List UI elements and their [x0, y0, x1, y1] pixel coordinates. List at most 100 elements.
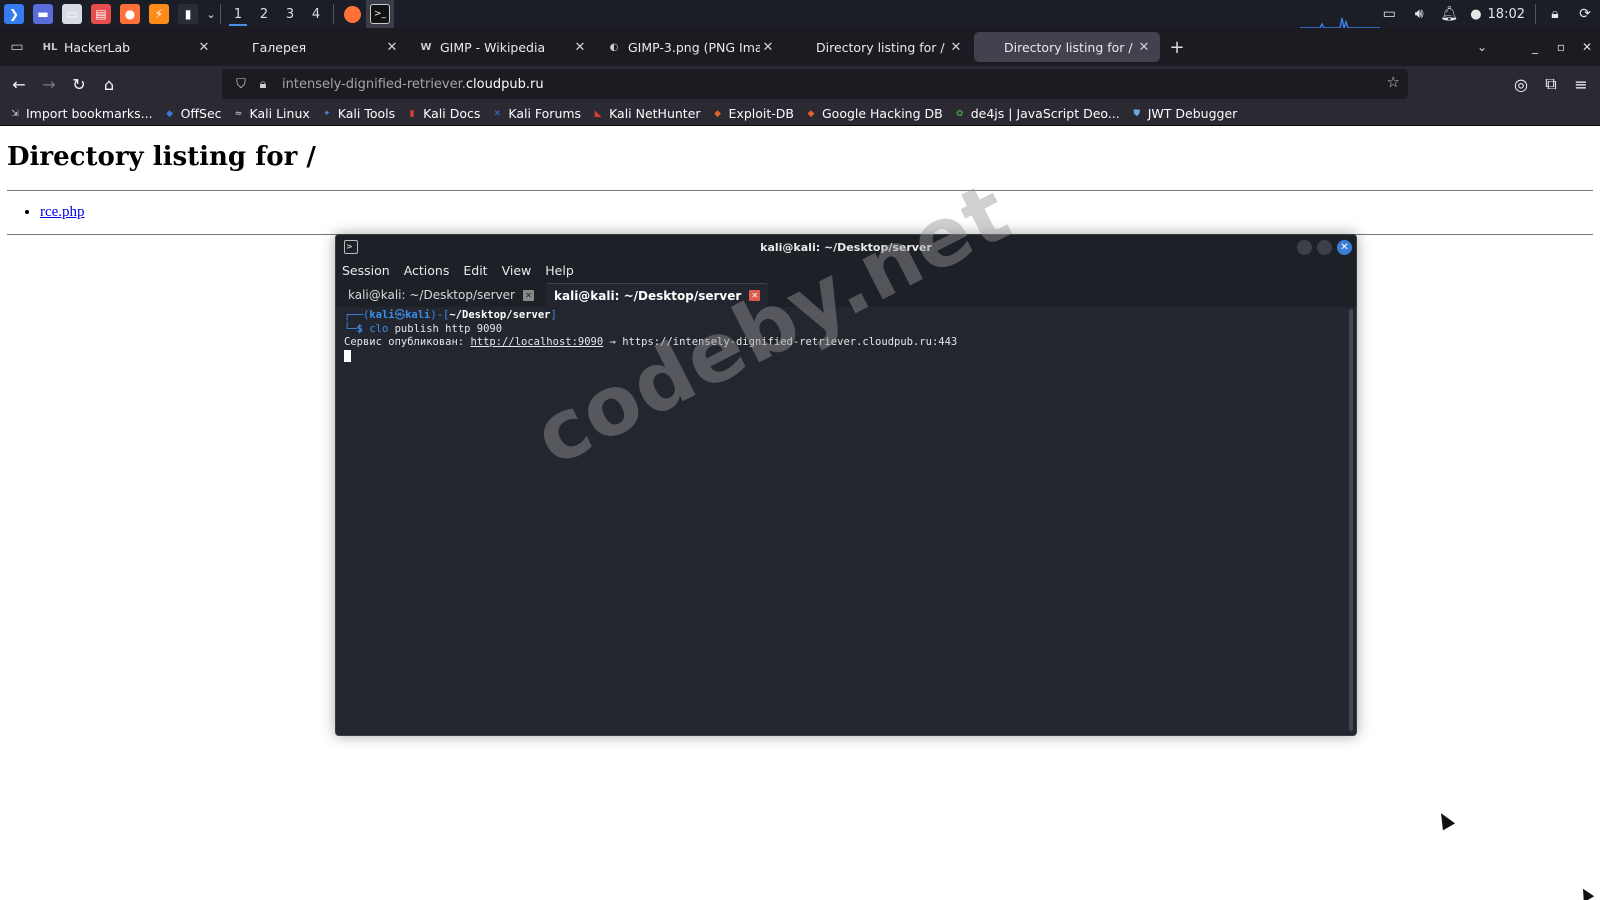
browser-tab[interactable]: W GIMP - Wikipedia ✕ — [410, 32, 596, 62]
terminal-icon: > — [344, 240, 358, 254]
home-button[interactable]: ⌂ — [94, 69, 124, 99]
terminal-close-button[interactable]: ✕ — [1337, 240, 1352, 255]
browser-tab[interactable]: Directory listing for / ✕ — [786, 32, 972, 62]
terminal-scrollbar[interactable] — [1349, 309, 1353, 731]
terminal-menu-session[interactable]: Session — [342, 263, 390, 278]
menu-button[interactable]: ≡ — [1566, 69, 1596, 99]
panel-launcher[interactable]: ▮ — [177, 0, 199, 28]
terminal-tab[interactable]: kali@kali: ~/Desktop/server ✕ — [546, 283, 769, 307]
browser-tab[interactable]: Directory listing for / ✕ — [974, 32, 1160, 62]
notifications-icon[interactable]: 🔔︎ — [1434, 0, 1464, 28]
url-text[interactable]: intensely-dignified-retriever.cloudpub.r… — [282, 77, 544, 92]
file-link[interactable]: rce.php — [40, 204, 85, 220]
terminal-window[interactable]: > kali@kali: ~/Desktop/server ✕ Session A… — [335, 234, 1357, 736]
tab-close-icon[interactable]: ✕ — [384, 40, 400, 55]
browser-tab[interactable]: Галерея ✕ — [222, 32, 408, 62]
reload-button[interactable]: ↻ — [64, 69, 94, 99]
terminal-tab-close-icon[interactable]: ✕ — [749, 290, 761, 301]
output-local-url[interactable]: http://localhost:9090 — [470, 336, 603, 348]
panel-launcher[interactable]: ● — [119, 0, 141, 28]
bookmark-item[interactable]: ⛊ JWT Debugger — [1130, 106, 1237, 121]
clock-icon: ● — [1470, 6, 1482, 22]
bookmark-star-icon[interactable]: ☆ — [1387, 73, 1400, 91]
output-remote-url[interactable]: https://intensely-dignified-retriever.cl… — [622, 336, 957, 348]
bookmark-item[interactable]: ◆ Exploit-DB — [711, 106, 794, 121]
arrow-right-icon: → — [42, 74, 56, 94]
workspace-4[interactable]: 4 — [303, 0, 329, 28]
back-button[interactable]: ← — [4, 69, 34, 99]
terminal-menu-view[interactable]: View — [502, 263, 532, 278]
extensions-button[interactable]: ⧉ — [1536, 69, 1566, 99]
network-monitor-graph — [1300, 17, 1380, 28]
url-domain: cloudpub.ru — [465, 76, 544, 92]
bookmark-item[interactable]: ✦ Kali Tools — [320, 106, 395, 121]
bookmark-icon: ✿ — [955, 108, 964, 119]
tab-close-icon[interactable]: ✕ — [760, 40, 776, 55]
panel-launcher[interactable]: ⚡ — [148, 0, 170, 28]
terminal-dropdown-button[interactable]: ⌄ — [206, 0, 216, 28]
tab-label: Галерея — [252, 39, 307, 55]
lock-icon[interactable]: 🔒︎ — [252, 73, 274, 95]
terminal-tab-close-icon[interactable]: ✕ — [523, 289, 534, 301]
tab-close-icon[interactable]: ✕ — [572, 40, 588, 55]
terminal-tab[interactable]: kali@kali: ~/Desktop/server ✕ — [340, 283, 542, 307]
navigation-toolbar: ← → ↻ ⌂ ⛉ 🔒︎ intensely-dignified-retriev… — [0, 66, 1600, 102]
panel-launcher[interactable]: ▭ — [61, 0, 83, 28]
tracking-protection-icon[interactable]: ⛉ — [230, 73, 252, 95]
bookmark-item[interactable]: ⇲ Import bookmarks... — [8, 106, 152, 121]
url-subdomain: intensely-dignified-retriever. — [282, 76, 466, 92]
close-window-button[interactable]: ✕ — [1574, 28, 1600, 66]
maximize-button[interactable]: ▫ — [1548, 28, 1574, 66]
bookmark-item[interactable]: ▮ Kali Docs — [405, 106, 481, 121]
clock[interactable]: ● 18:02 — [1464, 7, 1531, 22]
volume-icon[interactable]: 🔊︎ — [1404, 0, 1434, 28]
toolbar-right: ◎ ⧉ ≡ — [1506, 69, 1596, 99]
lock-screen-icon[interactable]: 🔒︎ — [1540, 0, 1570, 28]
workspace-2[interactable]: 2 — [251, 0, 277, 28]
bookmark-item[interactable]: ≈ Kali Linux — [232, 106, 310, 121]
terminal-menu-help[interactable]: Help — [545, 263, 574, 278]
taskbar-firefox-window[interactable] — [338, 0, 366, 28]
bookmark-item[interactable]: ◆ Google Hacking DB — [804, 106, 943, 121]
panel-launcher[interactable]: ❯ — [3, 0, 25, 28]
list-all-tabs-button[interactable]: ⌄ — [1462, 28, 1502, 66]
tab-close-icon[interactable]: ✕ — [948, 40, 964, 55]
account-button[interactable]: ◎ — [1506, 69, 1536, 99]
terminal-minimize-button[interactable] — [1297, 240, 1312, 255]
browser-tab[interactable]: HL HackerLab ✕ — [34, 32, 220, 62]
terminal-titlebar[interactable]: > kali@kali: ~/Desktop/server ✕ — [336, 235, 1356, 259]
hamburger-menu-icon: ≡ — [1574, 74, 1588, 94]
firefox-icon — [343, 5, 361, 23]
tab-close-icon[interactable]: ✕ — [1136, 40, 1152, 55]
firefox-view-button[interactable]: ▭ — [0, 28, 34, 66]
panel-launchers: ❯ ▬ ▭ ▤ ● ⚡ ▮ ⌄ — [0, 0, 216, 28]
minimize-button[interactable]: _ — [1522, 28, 1548, 66]
tab-close-icon[interactable]: ✕ — [196, 40, 212, 55]
display-icon[interactable]: ▭ — [1374, 0, 1404, 28]
new-tab-button[interactable]: + — [1162, 32, 1192, 62]
bookmark-item[interactable]: ◆ OffSec — [163, 106, 221, 121]
workspace-3[interactable]: 3 — [277, 0, 303, 28]
bookmark-item[interactable]: ◣ Kali NetHunter — [591, 106, 701, 121]
url-bar[interactable]: ⛉ 🔒︎ intensely-dignified-retriever.cloud… — [222, 69, 1408, 99]
output-label: Сервис опубликован: — [344, 336, 465, 348]
browser-tab[interactable]: ◐ GIMP-3.png (PNG Image,✕ — [598, 32, 784, 62]
bookmark-item[interactable]: ✕ Kali Forums — [490, 106, 581, 121]
taskbar-terminal-window[interactable]: >_ — [366, 0, 394, 28]
terminal-menu-edit[interactable]: Edit — [463, 263, 487, 278]
bookmark-icon: ⇲ — [11, 108, 19, 119]
bookmark-item[interactable]: ✿ de4js | JavaScript Deo... — [953, 106, 1120, 121]
close-icon: ✕ — [1340, 242, 1349, 253]
terminal-maximize-button[interactable] — [1317, 240, 1332, 255]
forward-button[interactable]: → — [34, 69, 64, 99]
terminal-menu-actions[interactable]: Actions — [404, 263, 450, 278]
prompt-line-2: └─$ clo publish http 9090 — [344, 322, 503, 335]
prompt-line-1: ┌──(kali㉿kali)-[~/Desktop/server] — [344, 309, 557, 321]
workspace-1[interactable]: 1 — [225, 0, 251, 28]
panel-separator — [333, 4, 334, 24]
command-args: publish http 9090 — [388, 322, 503, 335]
terminal-output[interactable]: ┌──(kali㉿kali)-[~/Desktop/server] └─$ cl… — [336, 307, 1348, 735]
logout-icon[interactable]: ⟳ — [1570, 0, 1600, 28]
panel-launcher[interactable]: ▤ — [90, 0, 112, 28]
panel-launcher[interactable]: ▬ — [32, 0, 54, 28]
